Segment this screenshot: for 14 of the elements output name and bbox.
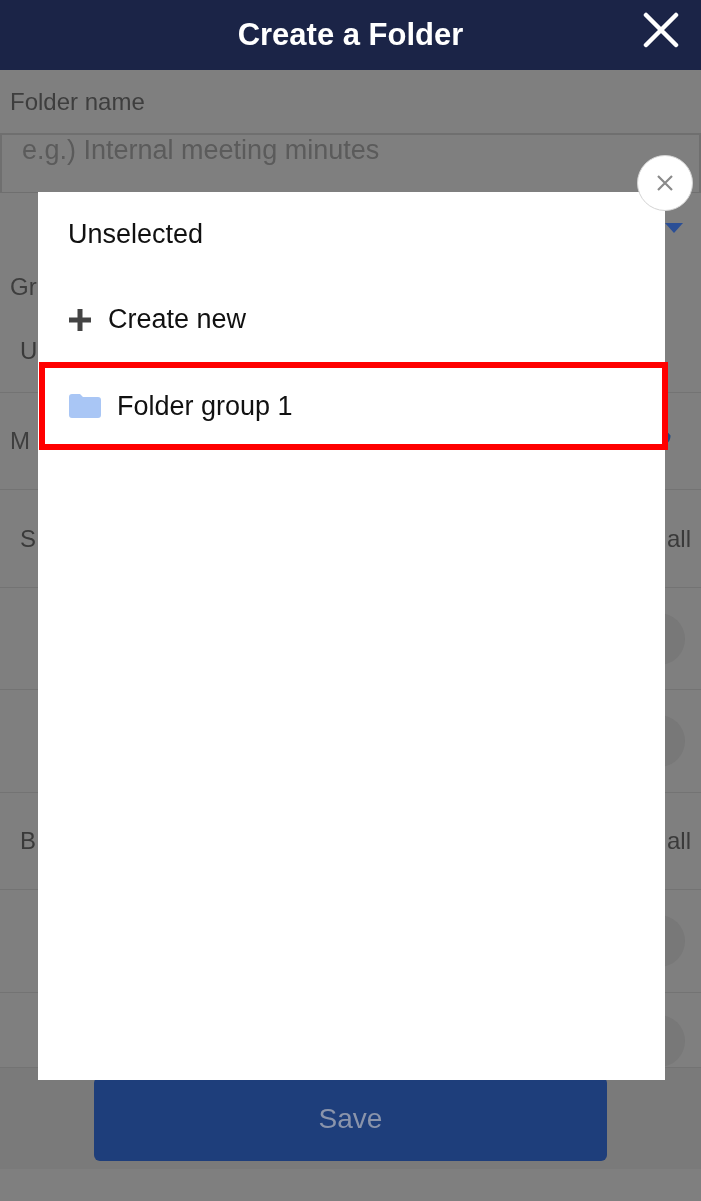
folder-icon	[69, 394, 101, 418]
group-value: U	[19, 337, 38, 365]
field-label: Gr	[10, 272, 37, 301]
section-label: M	[10, 427, 30, 455]
close-icon[interactable]	[643, 12, 679, 48]
picker-option[interactable]: Folder group 1	[39, 362, 668, 450]
picker-option[interactable]: Unselected	[38, 192, 665, 277]
picker-option[interactable]: Create new	[38, 277, 665, 362]
row-label: S	[19, 524, 36, 553]
row-label: B	[19, 827, 36, 855]
field-label: Folder name	[10, 87, 145, 116]
window-title: Create a Folder	[237, 17, 464, 53]
plus-icon	[68, 307, 92, 332]
close-icon	[655, 173, 675, 193]
